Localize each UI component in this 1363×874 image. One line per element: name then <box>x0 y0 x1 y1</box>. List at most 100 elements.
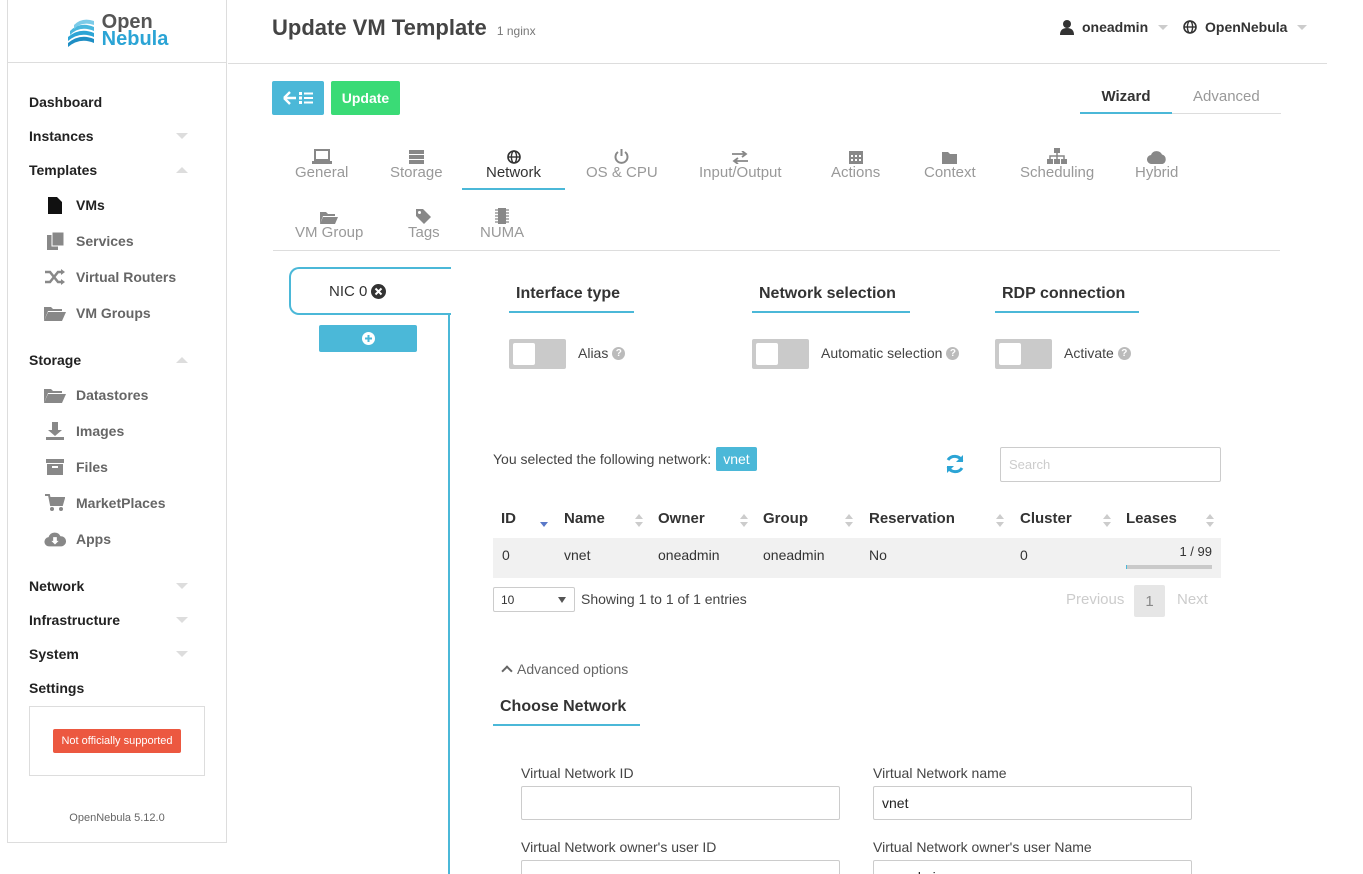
sidebar-item-infrastructure[interactable]: Infrastructure <box>8 603 226 637</box>
sidebar-item-virtual-routers[interactable]: Virtual Routers <box>8 259 226 295</box>
owner-uid-label: Virtual Network owner's user ID <box>521 839 717 855</box>
next-page-button[interactable]: Next <box>1177 591 1208 608</box>
tab-advanced[interactable]: Advanced <box>1193 88 1260 105</box>
column-header-leases[interactable]: Leases <box>1126 510 1177 527</box>
tab-scheduling[interactable]: Scheduling <box>1020 144 1094 181</box>
download-icon <box>44 422 66 440</box>
vnet-name-label: Virtual Network name <box>873 765 1007 781</box>
sidebar-item-templates[interactable]: Templates <box>8 153 226 187</box>
chevron-up-icon <box>176 167 188 173</box>
tab-label: OS & CPU <box>586 164 658 181</box>
tab-actions[interactable]: Actions <box>831 144 880 181</box>
sidebar-item-label: VMs <box>76 197 105 213</box>
alias-toggle[interactable] <box>509 339 566 369</box>
support-box: Not officially supported <box>29 706 205 776</box>
logo[interactable]: Open Nebula <box>8 0 226 63</box>
table-header: ID Name Owner Group Reservation Cluster … <box>493 500 1221 538</box>
folder-open-icon <box>44 386 66 404</box>
tab-numa[interactable]: NUMA <box>480 204 524 241</box>
tab-vm-group[interactable]: VM Group <box>295 204 363 241</box>
sidebar-item-label: MarketPlaces <box>76 495 166 511</box>
owner-uname-value: oneadmin <box>882 869 944 874</box>
column-header-name[interactable]: Name <box>564 510 605 527</box>
folder-open-icon <box>295 204 363 224</box>
cell-cluster: 0 <box>1020 547 1028 563</box>
server-icon <box>390 144 443 164</box>
owner-uname-input[interactable]: oneadmin <box>873 860 1192 874</box>
sidebar-item-services[interactable]: Services <box>8 223 226 259</box>
vnet-name-input[interactable]: vnet <box>873 786 1192 820</box>
sidebar-item-images[interactable]: Images <box>8 413 226 449</box>
help-icon[interactable]: ? <box>1117 346 1131 360</box>
column-header-owner[interactable]: Owner <box>658 510 705 527</box>
add-nic-button[interactable] <box>319 325 417 352</box>
nic-divider <box>448 315 450 874</box>
previous-page-button[interactable]: Previous <box>1066 591 1124 608</box>
exchange-icon <box>699 144 782 164</box>
sidebar-item-label: Instances <box>29 128 94 144</box>
user-menu[interactable]: oneadmin <box>1060 19 1169 35</box>
chevron-down-icon <box>176 617 188 623</box>
support-badge[interactable]: Not officially supported <box>53 729 181 753</box>
column-header-id[interactable]: ID <box>501 510 516 527</box>
sidebar-menu: Dashboard Instances Templates VMs Servic… <box>8 63 226 705</box>
vnet-id-input[interactable] <box>521 786 840 820</box>
help-icon[interactable]: ? <box>612 346 626 360</box>
refresh-icon[interactable] <box>944 453 966 475</box>
sidebar-item-storage[interactable]: Storage <box>8 343 226 377</box>
automatic-selection-toggle[interactable] <box>752 339 809 369</box>
nic-label: NIC 0 <box>329 282 368 300</box>
sidebar-item-system[interactable]: System <box>8 637 226 671</box>
network-table: ID Name Owner Group Reservation Cluster … <box>493 500 1221 578</box>
tab-input-output[interactable]: Input/Output <box>699 144 782 181</box>
copy-icon <box>44 232 66 250</box>
tab-label: VM Group <box>295 224 364 241</box>
nic-tab[interactable]: NIC 0 <box>289 267 451 315</box>
owner-uid-input[interactable] <box>521 860 840 874</box>
page-title-text: Update VM Template <box>272 15 487 40</box>
tab-label: Network <box>485 164 541 181</box>
column-header-reservation[interactable]: Reservation <box>869 510 955 527</box>
sidebar-item-marketplaces[interactable]: MarketPlaces <box>8 485 226 521</box>
sidebar-item-label: Apps <box>76 531 111 547</box>
search-input[interactable]: Search <box>1000 447 1221 482</box>
tab-network[interactable]: Network <box>462 144 565 190</box>
remove-circle-icon[interactable] <box>371 283 387 299</box>
sidebar-item-vms[interactable]: VMs <box>8 187 226 223</box>
tab-general[interactable]: General <box>295 144 348 181</box>
sidebar-item-network[interactable]: Network <box>8 569 226 603</box>
column-header-cluster[interactable]: Cluster <box>1020 510 1072 527</box>
sidebar-item-instances[interactable]: Instances <box>8 119 226 153</box>
tab-hybrid[interactable]: Hybrid <box>1135 144 1178 181</box>
sidebar-item-datastores[interactable]: Datastores <box>8 377 226 413</box>
rdp-activate-toggle[interactable] <box>995 339 1052 369</box>
random-icon <box>44 268 66 286</box>
column-header-group[interactable]: Group <box>763 510 808 527</box>
help-icon[interactable]: ? <box>946 346 960 360</box>
tab-label: Hybrid <box>1135 164 1179 181</box>
update-button[interactable]: Update <box>331 81 400 115</box>
chevron-down-icon <box>176 583 188 589</box>
current-page-button[interactable]: 1 <box>1134 585 1165 617</box>
selected-network-text: You selected the following network: <box>493 451 712 467</box>
tab-wizard[interactable]: Wizard <box>1080 80 1172 114</box>
sidebar-item-files[interactable]: Files <box>8 449 226 485</box>
zone-menu[interactable]: OpenNebula <box>1183 19 1308 35</box>
back-button[interactable] <box>272 81 324 115</box>
sidebar-item-dashboard[interactable]: Dashboard <box>8 85 226 119</box>
sidebar-item-settings[interactable]: Settings <box>8 671 226 705</box>
tab-context[interactable]: Context <box>924 144 976 181</box>
tab-os-cpu[interactable]: OS & CPU <box>586 144 658 181</box>
selected-network-badge: vnet <box>716 447 757 471</box>
advanced-options-toggle[interactable]: Advanced options <box>501 661 628 677</box>
chevron-down-icon <box>1297 24 1308 30</box>
folder-icon <box>924 144 976 164</box>
tab-tags[interactable]: Tags <box>408 204 440 241</box>
opennebula-logo-icon <box>67 19 94 47</box>
tab-storage[interactable]: Storage <box>390 144 443 181</box>
header: Update VM Template 1 nginx oneadmin Open… <box>228 0 1327 64</box>
sidebar-item-vm-groups[interactable]: VM Groups <box>8 295 226 331</box>
sidebar-item-apps[interactable]: Apps <box>8 521 226 557</box>
page-length-select[interactable]: 10 <box>493 587 575 612</box>
table-row[interactable]: 0 vnet oneadmin oneadmin No 0 1 / 99 <box>493 538 1221 578</box>
